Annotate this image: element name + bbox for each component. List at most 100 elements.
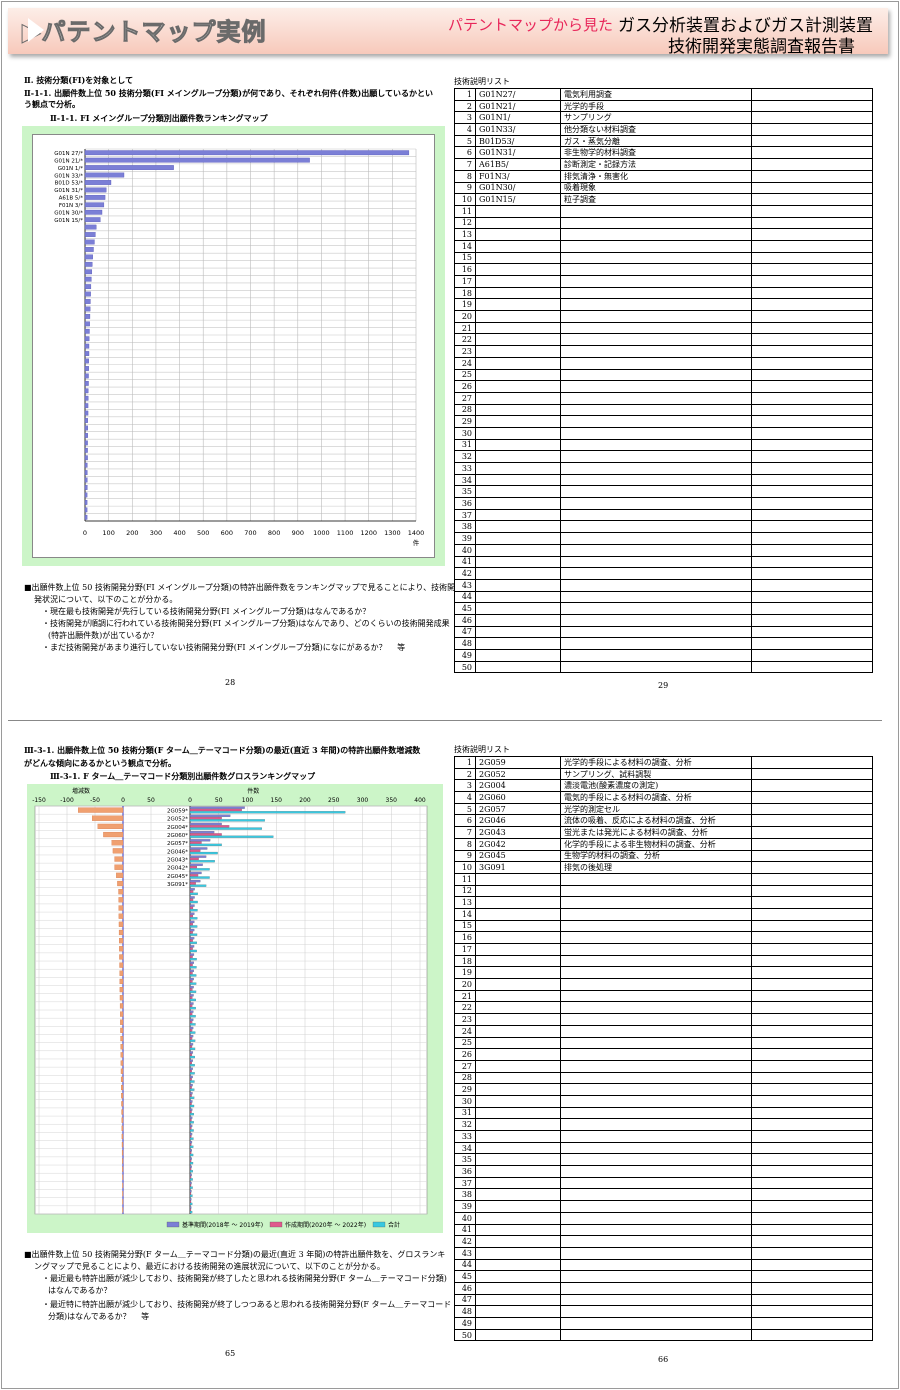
series-bar — [189, 1075, 193, 1079]
change-bar — [111, 840, 124, 846]
table-row: 23 — [454, 345, 873, 358]
row-extra — [751, 966, 873, 980]
row-code — [475, 473, 561, 487]
change-bar — [119, 946, 124, 952]
row-extra — [751, 931, 873, 944]
series-bar — [189, 1088, 195, 1091]
series-bar — [189, 972, 193, 975]
series-bar — [189, 990, 197, 993]
row-number: 12 — [454, 216, 476, 230]
series-bar — [189, 843, 222, 847]
row-desc — [560, 578, 752, 592]
series-bar — [189, 900, 198, 904]
row-number: 4 — [454, 123, 476, 136]
table-row: 49 — [454, 649, 873, 662]
bar — [84, 254, 93, 260]
table-row: 9 G01N30/吸着現象 — [454, 181, 873, 195]
row-number: 16 — [454, 263, 476, 276]
right-axis-label: 件数 — [247, 787, 259, 795]
change-bar — [120, 1035, 124, 1042]
ranking-chart-box: 0 100 200 300 400 500 600 700 800 900 1000 1100 1200… — [22, 126, 445, 566]
note-line: ・最近最も特許出願が減少しており、技術開発が終了したと思われる技術開発分野(F … — [42, 1274, 447, 1283]
row-code: B01D53/ — [475, 134, 561, 148]
series-bar — [189, 1102, 192, 1105]
row-desc — [560, 1153, 752, 1167]
row-desc — [560, 497, 752, 510]
table-row: 39 — [454, 1200, 873, 1213]
series-bar — [189, 1121, 194, 1124]
bar — [84, 232, 96, 237]
row-number: 8 — [454, 169, 476, 183]
row-desc — [560, 567, 752, 580]
table-row: 18 — [454, 954, 873, 968]
x-tick-label: 100 — [102, 529, 114, 537]
table-row: 16 — [454, 931, 873, 944]
bar — [84, 261, 93, 267]
row-extra — [751, 814, 873, 828]
row-extra — [751, 1083, 873, 1096]
x-tick-label: 300 — [357, 797, 369, 804]
row-code — [475, 625, 561, 639]
table-row: 1 2G059 光学的手段による材料の調査、分析 — [454, 756, 873, 769]
row-code — [475, 1258, 561, 1272]
row-number: 4 — [454, 791, 476, 804]
row-extra — [751, 989, 873, 1003]
bar — [84, 462, 88, 468]
bar — [84, 410, 89, 416]
header-banner: ▶パテントマップ実例 パテントマップから見た ガス分析装置およびガス計測装置 技… — [8, 8, 888, 57]
row-number: 13 — [454, 896, 476, 909]
series-bar — [189, 1135, 192, 1138]
row-extra — [751, 884, 873, 898]
row-desc — [560, 450, 752, 463]
x-tick-label: 0 — [83, 529, 87, 537]
row-desc — [560, 473, 752, 487]
change-bar — [122, 1191, 124, 1197]
row-extra — [751, 532, 873, 545]
row-code — [475, 637, 561, 650]
row-number: 36 — [454, 497, 476, 510]
row-number: 1 — [454, 756, 476, 769]
row-number: 22 — [454, 333, 476, 347]
row-extra — [751, 438, 873, 452]
series-bar — [189, 874, 199, 877]
change-bar — [119, 970, 124, 976]
change-bar — [112, 848, 124, 854]
table-row: 4 2G060 電気的手段による材料の調査、分析 — [454, 791, 873, 804]
table-row: 38 — [454, 520, 873, 534]
row-code — [475, 1036, 561, 1050]
row-number: 31 — [454, 1106, 476, 1120]
row-extra — [751, 826, 873, 839]
triangle-icon — [28, 18, 44, 42]
category-label: 2G052* — [167, 817, 188, 823]
row-code — [475, 356, 561, 370]
table-row: 43 — [454, 1246, 873, 1260]
row-desc — [560, 1200, 752, 1213]
series-bar — [189, 1176, 192, 1179]
series-bar — [189, 953, 195, 956]
row-extra — [751, 380, 873, 393]
row-desc — [560, 660, 752, 674]
series-bar — [189, 923, 193, 926]
row-desc — [560, 978, 752, 991]
category-label: 2G046* — [167, 849, 188, 855]
row-number: 15 — [454, 251, 476, 265]
row-code — [475, 1013, 561, 1026]
series-bar — [189, 827, 262, 830]
series-bar — [189, 920, 195, 924]
series-bar — [189, 816, 222, 820]
row-extra — [751, 555, 873, 569]
row-code — [475, 310, 561, 323]
bar — [84, 157, 310, 163]
row-extra — [751, 1001, 873, 1015]
series-bar — [189, 1210, 193, 1214]
table-row: 33 — [454, 462, 873, 475]
bar — [84, 418, 88, 423]
row-code — [475, 943, 561, 956]
category-label: G01N 21/* — [54, 158, 83, 164]
note-line: ・最近特に特許出願が減少しており、技術開発が終了しつつあると思われる技術開発分野… — [42, 1300, 452, 1309]
series-bar — [189, 892, 198, 895]
row-number: 38 — [454, 1188, 476, 1202]
row-code — [475, 216, 561, 230]
change-bar — [119, 938, 124, 944]
row-number: 10 — [454, 861, 476, 874]
